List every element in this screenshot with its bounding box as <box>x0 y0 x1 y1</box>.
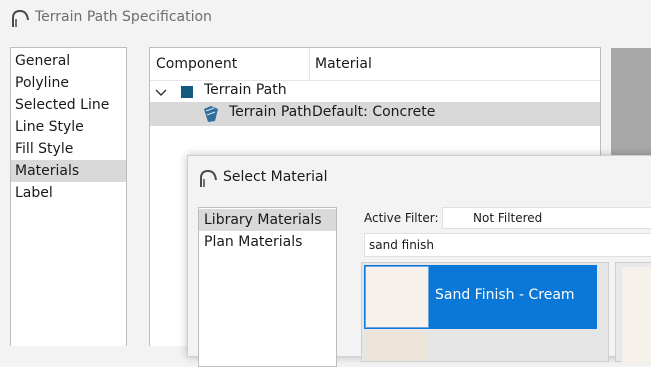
material-preview-swatch <box>622 267 651 363</box>
active-filter-value: Not Filtered <box>473 211 543 225</box>
tree-row-material: Default: Concrete <box>312 104 436 120</box>
results-list: Sand Finish - Cream <box>361 262 609 362</box>
tree-row-component: Terrain Path <box>204 82 287 98</box>
search-input[interactable]: sand finish <box>364 233 651 257</box>
nav-item-materials[interactable]: Materials <box>11 160 126 182</box>
material-swatch <box>365 266 429 328</box>
tree-header: Component Material <box>150 48 600 81</box>
material-icon <box>204 106 218 122</box>
dialog-title: Select Material <box>223 169 328 185</box>
window-title: Terrain Path Specification <box>35 9 212 25</box>
nav-item-selected-line[interactable]: Selected Line <box>11 94 126 116</box>
library-item-plan-materials[interactable]: Plan Materials <box>199 231 336 253</box>
search-input-value: sand finish <box>369 238 434 252</box>
category-list: General Polyline Selected Line Line Styl… <box>10 47 127 346</box>
nav-item-general[interactable]: General <box>11 50 126 72</box>
active-filter-field[interactable]: Not Filtered <box>442 207 651 229</box>
nav-item-label[interactable]: Label <box>11 182 126 204</box>
nav-item-fill-style[interactable]: Fill Style <box>11 138 126 160</box>
material-swatch[interactable] <box>365 331 428 361</box>
result-item-label: Sand Finish - Cream <box>435 287 575 303</box>
nav-item-line-style[interactable]: Line Style <box>11 116 126 138</box>
tree-row[interactable]: Terrain Path Default: Concrete <box>150 102 600 126</box>
column-header-component[interactable]: Component <box>156 56 237 72</box>
title-bar: Terrain Path Specification <box>0 0 651 36</box>
library-item-library-materials[interactable]: Library Materials <box>199 209 336 231</box>
library-list: Library Materials Plan Materials <box>198 207 337 367</box>
app-logo-icon <box>12 9 29 27</box>
app-logo-icon <box>200 169 217 187</box>
column-header-material[interactable]: Material <box>315 56 372 72</box>
active-filter-label: Active Filter: <box>364 211 439 225</box>
material-preview <box>615 262 651 363</box>
result-item[interactable]: Sand Finish - Cream <box>364 265 597 329</box>
chevron-down-icon[interactable] <box>155 86 167 98</box>
nav-item-polyline[interactable]: Polyline <box>11 72 126 94</box>
select-material-dialog: Select Material Library Materials Plan M… <box>187 155 651 367</box>
color-square-icon <box>181 86 193 98</box>
tree-row[interactable]: Terrain Path <box>150 80 600 104</box>
tree-row-component: Terrain Path <box>229 104 312 120</box>
column-divider[interactable] <box>309 48 310 80</box>
